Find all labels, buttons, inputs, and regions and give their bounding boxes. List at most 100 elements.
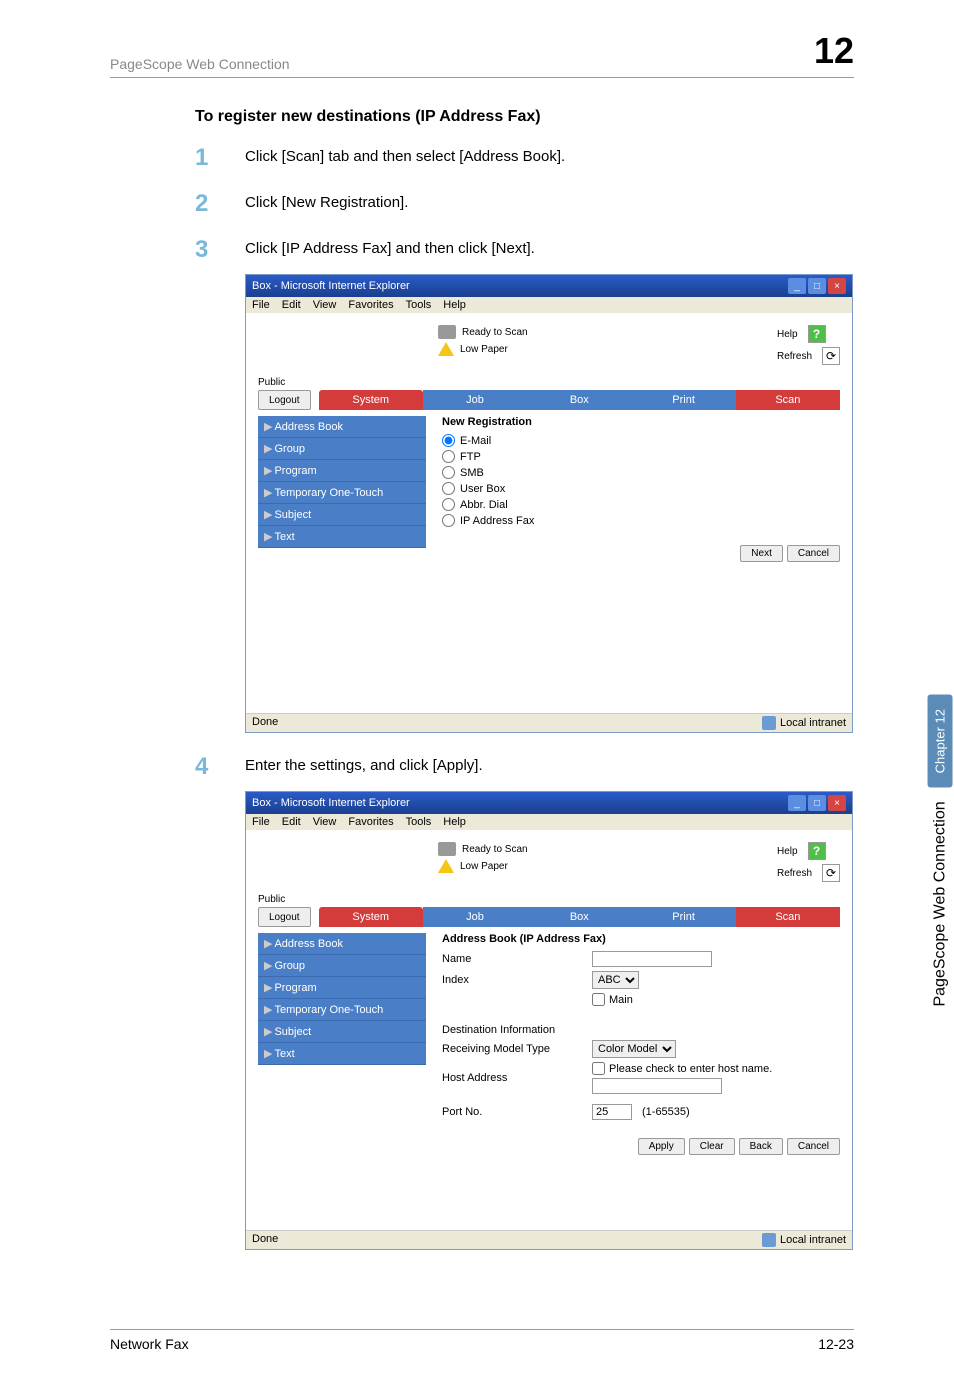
refresh-link[interactable]: Refresh	[777, 351, 812, 362]
radio-smb-label: SMB	[460, 467, 484, 479]
tab-box-2[interactable]: Box	[527, 907, 631, 927]
menu-tools-2[interactable]: Tools	[406, 816, 432, 828]
sidebar-subject[interactable]: ▶Subject	[258, 504, 426, 526]
tab-system[interactable]: System	[319, 390, 423, 410]
status-ready-2: Ready to Scan	[462, 844, 528, 855]
refresh-icon-2[interactable]: ⟳	[822, 864, 840, 882]
sidebar-temp-one-touch[interactable]: ▶Temporary One-Touch	[258, 482, 426, 504]
warning-icon	[438, 342, 454, 356]
step-3-text: Click [IP Address Fax] and then click [N…	[245, 240, 535, 257]
minimize-icon-2[interactable]: _	[788, 795, 806, 811]
menu-help-2[interactable]: Help	[443, 816, 466, 828]
index-select[interactable]: ABC	[592, 971, 639, 989]
side-pagescope: PageScope Web Connection	[932, 801, 950, 1006]
step-1-text: Click [Scan] tab and then select [Addres…	[245, 148, 565, 165]
menu-edit[interactable]: Edit	[282, 299, 301, 311]
refresh-icon[interactable]: ⟳	[822, 347, 840, 365]
host-checkbox[interactable]	[592, 1062, 605, 1075]
logout-button[interactable]: Logout	[258, 390, 311, 410]
host-label: Host Address	[442, 1072, 592, 1084]
sidebar-program-2[interactable]: ▶Program	[258, 977, 426, 999]
statusbar-done: Done	[252, 716, 278, 730]
tab-print-2[interactable]: Print	[631, 907, 735, 927]
back-button[interactable]: Back	[739, 1138, 783, 1155]
port-input[interactable]	[592, 1104, 632, 1120]
minimize-icon[interactable]: _	[788, 278, 806, 294]
sidebar-temp-one-touch-2[interactable]: ▶Temporary One-Touch	[258, 999, 426, 1021]
tab-box[interactable]: Box	[527, 390, 631, 410]
next-button[interactable]: Next	[740, 545, 783, 562]
radio-ipfax[interactable]	[442, 514, 455, 527]
radio-email[interactable]	[442, 434, 455, 447]
radio-userbox[interactable]	[442, 482, 455, 495]
main-checkbox[interactable]	[592, 993, 605, 1006]
intranet-icon-2	[762, 1233, 776, 1247]
menu-bar-2: File Edit View Favorites Tools Help	[246, 814, 852, 830]
help-icon[interactable]: ?	[808, 325, 826, 343]
apply-button[interactable]: Apply	[638, 1138, 685, 1155]
sidebar-address-book[interactable]: ▶Address Book	[258, 416, 426, 438]
radio-userbox-label: User Box	[460, 483, 505, 495]
tab-job[interactable]: Job	[423, 390, 527, 410]
index-label: Index	[442, 974, 592, 986]
menu-edit-2[interactable]: Edit	[282, 816, 301, 828]
menu-view[interactable]: View	[313, 299, 337, 311]
sidebar-group[interactable]: ▶Group	[258, 438, 426, 460]
help-link-2[interactable]: Help	[777, 846, 798, 857]
statusbar-zone: Local intranet	[780, 717, 846, 729]
radio-ftp[interactable]	[442, 450, 455, 463]
host-input[interactable]	[592, 1078, 722, 1094]
radio-abbr[interactable]	[442, 498, 455, 511]
tab-job-2[interactable]: Job	[423, 907, 527, 927]
logout-button-2[interactable]: Logout	[258, 907, 311, 927]
window-title: Box - Microsoft Internet Explorer	[252, 280, 410, 292]
help-icon-2[interactable]: ?	[808, 842, 826, 860]
close-icon-2[interactable]: ×	[828, 795, 846, 811]
sidebar-text[interactable]: ▶Text	[258, 526, 426, 548]
menu-file-2[interactable]: File	[252, 816, 270, 828]
menu-tools[interactable]: Tools	[406, 299, 432, 311]
public-label: Public	[258, 377, 840, 388]
name-label: Name	[442, 953, 592, 965]
dest-info-label: Destination Information	[442, 1024, 840, 1036]
statusbar-done-2: Done	[252, 1233, 278, 1247]
sidebar-program[interactable]: ▶Program	[258, 460, 426, 482]
menu-favorites-2[interactable]: Favorites	[348, 816, 393, 828]
step-2-num: 2	[195, 190, 245, 218]
sidebar-text-2[interactable]: ▶Text	[258, 1043, 426, 1065]
cancel-button-2[interactable]: Cancel	[787, 1138, 840, 1155]
status-ready: Ready to Scan	[462, 327, 528, 338]
menu-file[interactable]: File	[252, 299, 270, 311]
warning-icon-2	[438, 859, 454, 873]
name-input[interactable]	[592, 951, 712, 967]
tab-print[interactable]: Print	[631, 390, 735, 410]
tab-system-2[interactable]: System	[319, 907, 423, 927]
printer-icon	[438, 325, 456, 339]
sidebar-group-2[interactable]: ▶Group	[258, 955, 426, 977]
refresh-link-2[interactable]: Refresh	[777, 868, 812, 879]
sidebar-address-book-2[interactable]: ▶Address Book	[258, 933, 426, 955]
help-link[interactable]: Help	[777, 329, 798, 340]
side-chapter: Chapter 12	[928, 695, 953, 787]
maximize-icon[interactable]: □	[808, 278, 826, 294]
tab-scan-2[interactable]: Scan	[736, 907, 840, 927]
recv-model-select[interactable]: Color Model	[592, 1040, 676, 1058]
menu-favorites[interactable]: Favorites	[348, 299, 393, 311]
maximize-icon-2[interactable]: □	[808, 795, 826, 811]
new-registration-title: New Registration	[442, 416, 840, 428]
sidebar-subject-2[interactable]: ▶Subject	[258, 1021, 426, 1043]
close-icon[interactable]: ×	[828, 278, 846, 294]
step-2-text: Click [New Registration].	[245, 194, 408, 211]
radio-smb[interactable]	[442, 466, 455, 479]
menu-view-2[interactable]: View	[313, 816, 337, 828]
step-4-text: Enter the settings, and click [Apply].	[245, 757, 483, 774]
sidebar-2: ▶Address Book ▶Group ▶Program ▶Temporary…	[258, 933, 426, 1193]
statusbar-zone-2: Local intranet	[780, 1234, 846, 1246]
port-range: (1-65535)	[642, 1106, 690, 1118]
cancel-button[interactable]: Cancel	[787, 545, 840, 562]
clear-button[interactable]: Clear	[689, 1138, 735, 1155]
tab-scan[interactable]: Scan	[736, 390, 840, 410]
sidebar: ▶Address Book ▶Group ▶Program ▶Temporary…	[258, 416, 426, 676]
menu-help[interactable]: Help	[443, 299, 466, 311]
address-book-ipfax-title: Address Book (IP Address Fax)	[442, 933, 840, 945]
